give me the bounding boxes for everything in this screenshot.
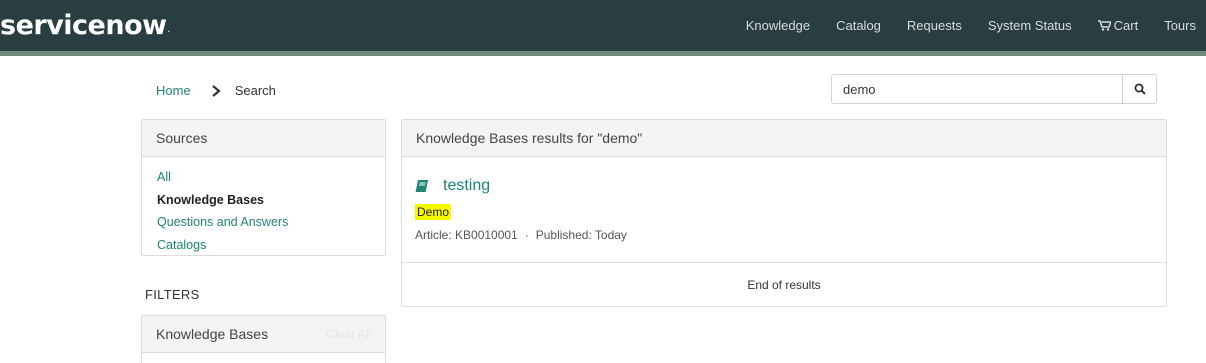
servicenow-logo[interactable]: servicenow. bbox=[0, 8, 170, 42]
book-icon bbox=[415, 180, 428, 192]
nav-cart-label: Cart bbox=[1113, 18, 1139, 33]
nav-tours[interactable]: Tours bbox=[1164, 18, 1196, 33]
result-published: Published: Today bbox=[535, 228, 627, 242]
kb-filter-title: Knowledge Bases bbox=[156, 326, 269, 342]
source-questions-answers[interactable]: Questions and Answers bbox=[157, 211, 370, 234]
nav-requests[interactable]: Requests bbox=[907, 18, 962, 33]
source-catalogs[interactable]: Catalogs bbox=[157, 234, 370, 257]
kb-filter-panel: Knowledge Bases Clear All bbox=[141, 315, 386, 363]
navbar-accent-stripe bbox=[0, 51, 1206, 56]
search-input[interactable] bbox=[831, 74, 1123, 104]
search-bar bbox=[831, 74, 1157, 104]
top-navbar: servicenow. Knowledge Catalog Requests S… bbox=[0, 0, 1206, 51]
search-icon bbox=[1134, 83, 1146, 95]
cart-icon bbox=[1097, 20, 1111, 31]
sources-title: Sources bbox=[142, 120, 385, 157]
meta-separator: · bbox=[524, 228, 529, 242]
logo-text: servicenow bbox=[0, 9, 167, 41]
logo-trademark: . bbox=[167, 27, 170, 34]
sources-list: All Knowledge Bases Questions and Answer… bbox=[142, 157, 385, 265]
breadcrumb-current: Search bbox=[234, 83, 276, 98]
result-item: testing Demo Article: KB0010001 · Publis… bbox=[402, 157, 1166, 263]
main-nav: Knowledge Catalog Requests System Status… bbox=[746, 0, 1206, 51]
nav-cart[interactable]: Cart bbox=[1097, 18, 1139, 33]
nav-knowledge[interactable]: Knowledge bbox=[746, 18, 810, 33]
source-all[interactable]: All bbox=[157, 166, 370, 189]
result-title[interactable]: testing bbox=[443, 177, 490, 195]
result-highlight-badge: Demo bbox=[415, 204, 452, 220]
chevron-right-icon bbox=[211, 84, 221, 97]
results-header: Knowledge Bases results for "demo" bbox=[402, 120, 1166, 157]
breadcrumb-home[interactable]: Home bbox=[156, 83, 191, 98]
source-knowledge-bases[interactable]: Knowledge Bases bbox=[157, 189, 370, 212]
result-article-number: Article: KB0010001 bbox=[415, 228, 518, 242]
result-title-row[interactable]: testing bbox=[415, 177, 1153, 195]
sources-panel: Sources All Knowledge Bases Questions an… bbox=[141, 119, 386, 256]
kb-filter-header: Knowledge Bases Clear All bbox=[142, 316, 385, 353]
filters-heading: FILTERS bbox=[145, 287, 200, 302]
end-of-results: End of results bbox=[747, 278, 821, 292]
results-panel: Knowledge Bases results for "demo" testi… bbox=[401, 119, 1167, 307]
search-button[interactable] bbox=[1123, 74, 1157, 104]
result-meta: Article: KB0010001 · Published: Today bbox=[415, 228, 1153, 242]
breadcrumb: Home Search bbox=[156, 83, 276, 98]
clear-all-link[interactable]: Clear All bbox=[326, 327, 371, 341]
nav-catalog[interactable]: Catalog bbox=[836, 18, 881, 33]
nav-system-status[interactable]: System Status bbox=[988, 18, 1072, 33]
